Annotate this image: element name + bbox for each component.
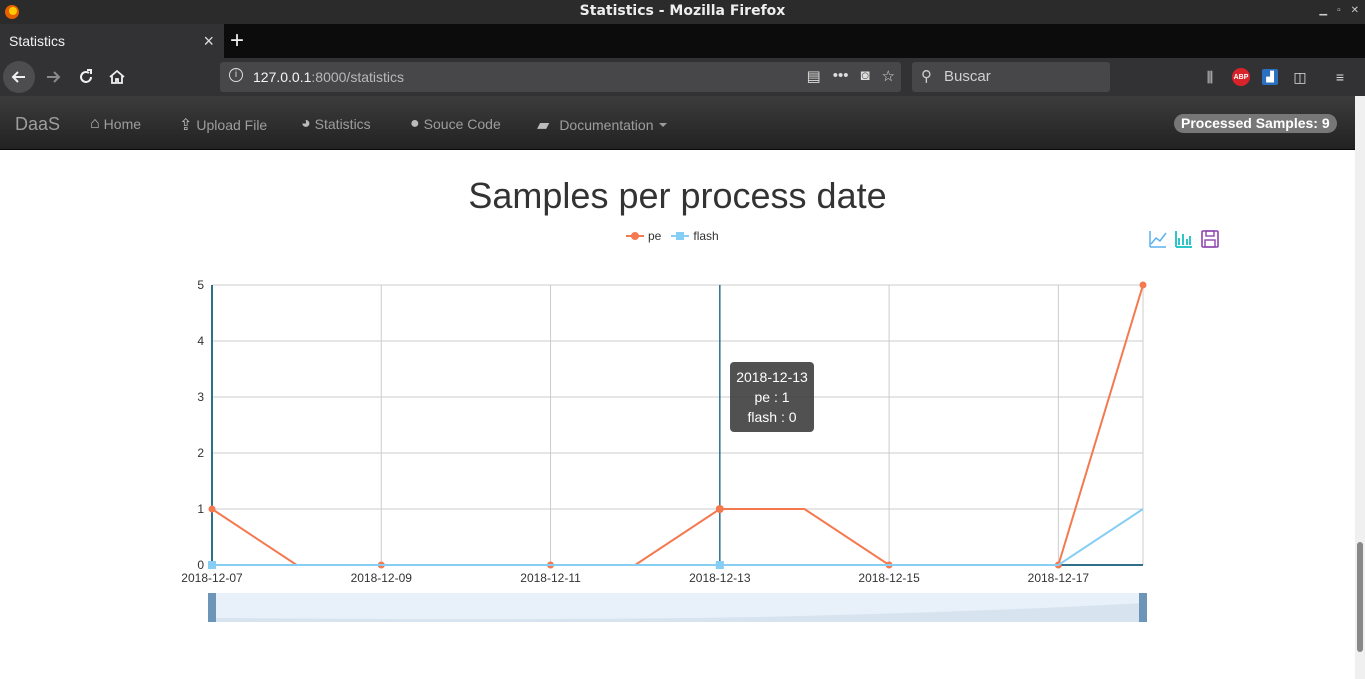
x-tick-label: 2018-12-07 [181, 571, 243, 585]
data-point-pe [208, 505, 216, 513]
x-tick-label: 2018-12-17 [1028, 571, 1090, 585]
y-tick-label: 1 [197, 502, 204, 516]
tooltip-flash: flash : 0 [747, 409, 797, 425]
x-tick-label: 2018-12-09 [351, 571, 413, 585]
y-tick-label: 0 [197, 558, 204, 572]
data-point-flash [715, 561, 724, 569]
series-line-pe [211, 284, 1144, 566]
tooltip-pe: pe : 1 [754, 389, 790, 405]
data-point-pe [715, 505, 724, 513]
datazoom-handle-left[interactable] [208, 593, 216, 622]
data-point-flash [208, 561, 216, 569]
scrollbar-thumb[interactable] [1357, 542, 1363, 652]
y-tick-label: 2 [197, 446, 204, 460]
x-tick-label: 2018-12-11 [520, 571, 581, 585]
y-tick-label: 3 [197, 390, 204, 404]
x-tick-label: 2018-12-15 [858, 571, 920, 585]
chart-tooltip: 2018-12-13 pe : 1 flash : 0 [730, 362, 814, 432]
chart-plot: 0 1 2 3 4 5 2018-12-07 2018-12-09 2018-12-11 2018… [181, 278, 1147, 622]
tooltip-date: 2018-12-13 [736, 369, 808, 385]
datazoom-handle-right[interactable] [1139, 593, 1147, 622]
data-point-pe [1139, 281, 1147, 289]
y-tick-label: 5 [197, 278, 204, 292]
y-tick-label: 4 [197, 334, 204, 348]
x-tick-label: 2018-12-13 [689, 571, 751, 585]
